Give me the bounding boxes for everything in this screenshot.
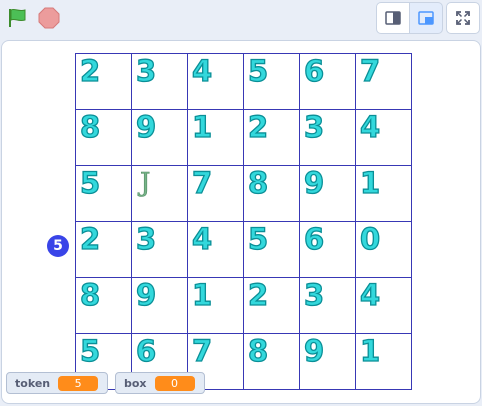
grid-digit: 5 — [247, 221, 269, 256]
grid-cell: 1 — [356, 333, 412, 390]
grid-digit: 7 — [191, 165, 213, 200]
grid-cell: 1 — [188, 277, 244, 334]
grid-cell: 8 — [76, 109, 132, 166]
grid-cell: 4 — [356, 277, 412, 334]
grid-cell: 8 — [76, 277, 132, 334]
grid-cell: 4 — [188, 221, 244, 278]
monitor-value: 5 — [58, 375, 99, 391]
grid-digit: 6 — [303, 53, 325, 88]
grid-digit: 4 — [359, 109, 381, 144]
grid-digit: 1 — [359, 333, 381, 368]
stage[interactable]: 2345678912345J7891234560891234567891 5 — [1, 40, 481, 404]
grid-cell: 1 — [188, 109, 244, 166]
monitor-label: box — [124, 376, 147, 390]
monitor-label: token — [15, 376, 51, 390]
grid-digit: 3 — [303, 109, 325, 144]
grid-digit: 2 — [79, 53, 101, 88]
grid-cell: 2 — [76, 53, 132, 110]
grid-digit: 8 — [247, 165, 269, 200]
grid-cell: 2 — [76, 221, 132, 278]
grid-digit: 2 — [247, 277, 269, 312]
grid-digit: 8 — [79, 277, 101, 312]
stage-toolbar — [0, 0, 482, 38]
monitor-value: 0 — [154, 375, 195, 391]
grid-cell: 1 — [356, 165, 412, 222]
grid-cell: 3 — [300, 277, 356, 334]
grid-cell: J — [132, 166, 188, 222]
number-grid: 2345678912345J7891234560891234567891 — [75, 53, 412, 390]
green-flag-icon[interactable] — [6, 7, 28, 29]
grid-cell: 4 — [356, 109, 412, 166]
grid-digit: 3 — [135, 53, 157, 88]
grid-cell: 7 — [188, 165, 244, 222]
grid-cell: 8 — [244, 165, 300, 222]
grid-digit: 6 — [303, 221, 325, 256]
grid-cell: 5 — [76, 165, 132, 222]
grid-digit: 4 — [191, 53, 213, 88]
grid-cell: 3 — [132, 53, 188, 110]
grid-digit: 7 — [359, 53, 381, 88]
grid-digit: 3 — [303, 277, 325, 312]
grid-cell: 8 — [244, 333, 300, 390]
grid-digit: 4 — [191, 221, 213, 256]
grid-digit: 6 — [135, 333, 157, 368]
variable-monitor-token[interactable]: token 5 — [6, 372, 108, 394]
grid-cell: 9 — [300, 165, 356, 222]
grid-digit: 3 — [135, 221, 157, 256]
grid-cell: 6 — [300, 221, 356, 278]
grid-digit: 1 — [191, 109, 213, 144]
grid-digit: 8 — [247, 333, 269, 368]
grid-digit: 5 — [79, 165, 101, 200]
grid-digit: 5 — [247, 53, 269, 88]
grid-cell: 3 — [132, 221, 188, 278]
grid-cell: 5 — [244, 53, 300, 110]
grid-cell: 3 — [300, 109, 356, 166]
grid-digit: 9 — [303, 165, 325, 200]
grid-cell: 0 — [356, 221, 412, 278]
fullscreen-button[interactable] — [446, 2, 480, 34]
grid-digit: 8 — [79, 109, 101, 144]
large-stage-icon — [418, 11, 434, 25]
small-stage-icon — [385, 11, 401, 25]
grid-cell: 2 — [244, 277, 300, 334]
grid-cell: 6 — [300, 53, 356, 110]
grid-digit: 4 — [359, 277, 381, 312]
grid-cell: 4 — [188, 53, 244, 110]
grid-digit: 0 — [359, 221, 381, 256]
grid-cell: 9 — [132, 277, 188, 334]
grid-digit: 1 — [359, 165, 381, 200]
grid-digit: 1 — [191, 277, 213, 312]
grid-cell: 9 — [300, 333, 356, 390]
grid-cell: 5 — [244, 221, 300, 278]
variable-monitor-box[interactable]: box 0 — [115, 372, 205, 394]
grid-digit: 9 — [135, 109, 157, 144]
sprite-badge[interactable]: 5 — [47, 235, 69, 257]
grid-digit: 2 — [247, 109, 269, 144]
stop-sign-icon[interactable] — [38, 7, 60, 29]
grid-cell: 9 — [132, 109, 188, 166]
fullscreen-icon — [456, 11, 470, 25]
grid-digit: 7 — [191, 333, 213, 368]
grid-cell: 2 — [244, 109, 300, 166]
grid-digit: J — [140, 168, 151, 199]
large-stage-button[interactable] — [409, 2, 443, 34]
small-stage-button[interactable] — [376, 2, 410, 34]
grid-digit: 2 — [79, 221, 101, 256]
grid-digit: 5 — [79, 333, 101, 368]
grid-cell: 7 — [356, 53, 412, 110]
grid-digit: 9 — [303, 333, 325, 368]
grid-digit: 9 — [135, 277, 157, 312]
